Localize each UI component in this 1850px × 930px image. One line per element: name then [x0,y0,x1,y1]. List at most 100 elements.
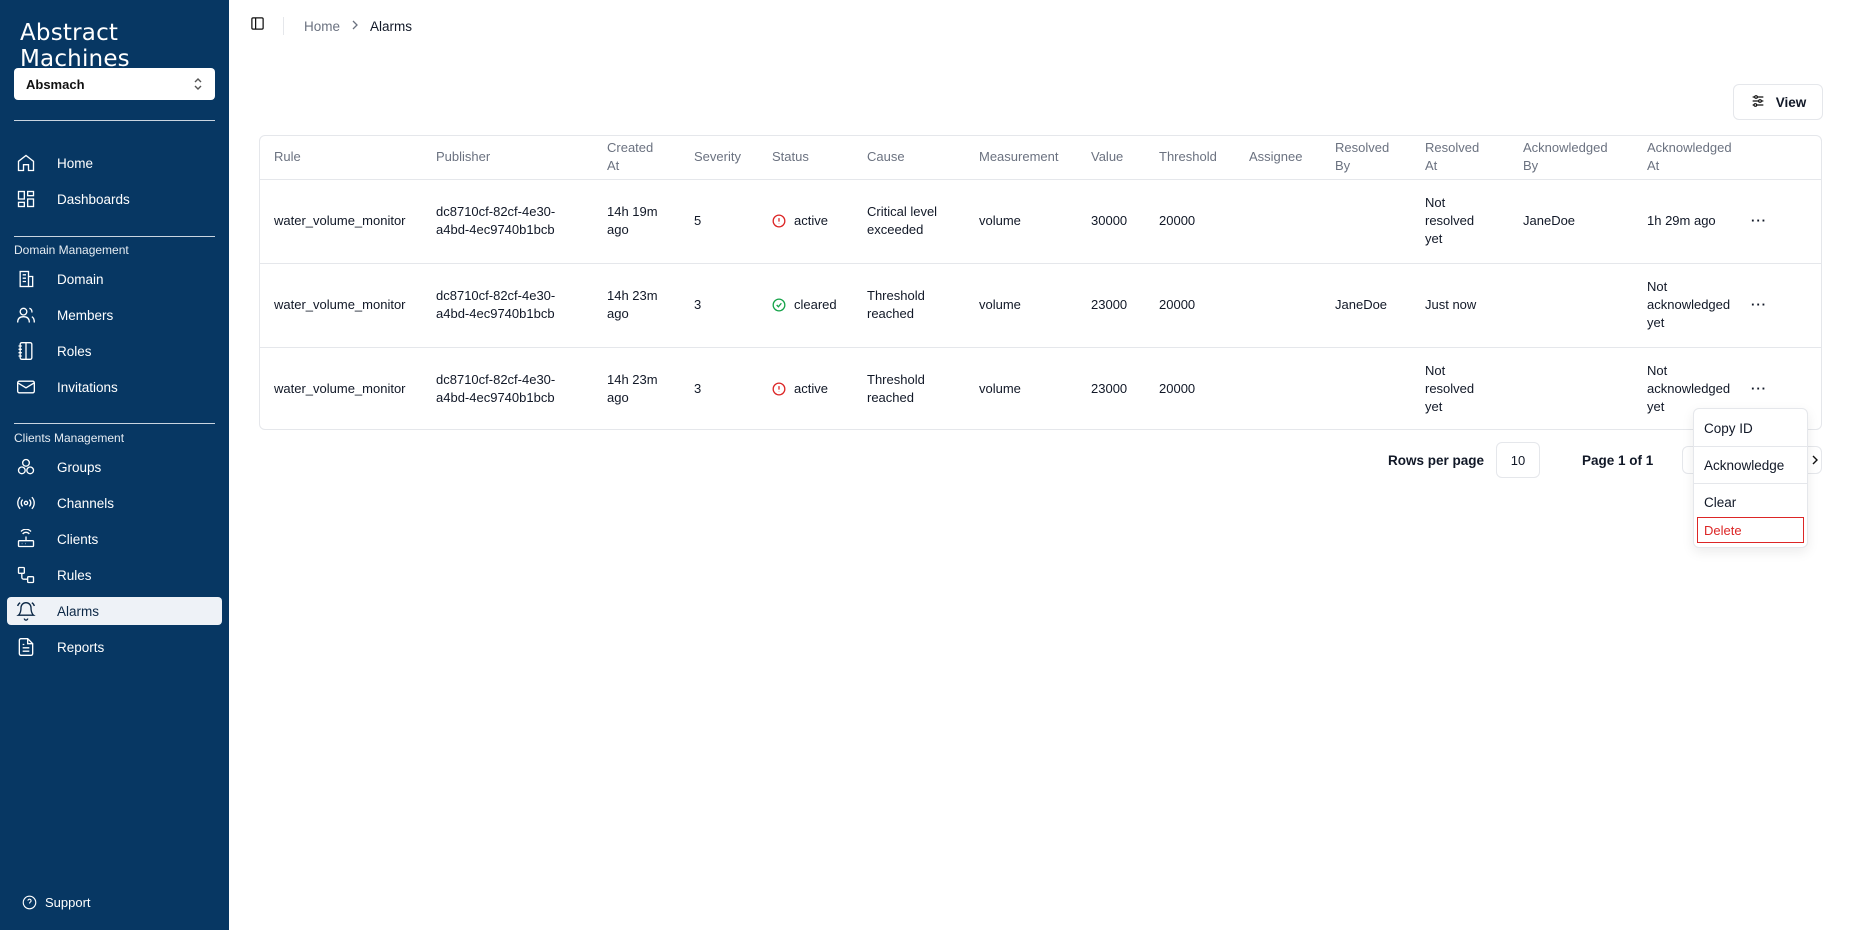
column-header-text: By [1335,158,1351,174]
sidebar-item-reports[interactable]: Reports [7,633,222,661]
cell-value: 30000 [1077,179,1145,264]
rows-per-page-label: Rows per page [1388,452,1485,468]
check-circle-icon [772,298,786,312]
next-page-button[interactable] [1808,446,1822,474]
rows-per-page-select[interactable]: 10 [1496,442,1541,478]
cell-threshold: 20000 [1145,179,1235,264]
actions-column-header [1744,136,1821,180]
row-actions-button[interactable]: ··· [1744,380,1774,398]
cell-text: a4bd-4ec9740b1bcb [436,390,555,406]
sidebar-toggle-button[interactable] [247,16,267,36]
view-options-button[interactable]: View [1733,84,1823,120]
alert-circle-icon [772,382,786,396]
chevron-right-icon [1810,453,1820,468]
sidebar-item-groups[interactable]: Groups [7,453,222,481]
cell-text: yet [1425,399,1443,415]
cell-value: 23000 [1077,263,1145,348]
cell-status: cleared [758,263,853,348]
cell-status: active [758,179,853,264]
cell-text: reached [867,306,914,321]
sidebar-item-invitations[interactable]: Invitations [7,373,222,401]
table-body: water_volume_monitor dc8710cf-82cf-4e30- a… [260,179,1821,429]
cell-assignee [1235,179,1321,264]
column-header-text: Status [772,149,809,165]
cell-threshold: 20000 [1145,263,1235,348]
sidebar-item-clients[interactable]: Clients [7,525,222,553]
menu-item-delete[interactable]: Delete [1697,517,1804,543]
sidebar-item-alarms[interactable]: Alarms [7,597,222,625]
column-header: Rule [260,136,422,180]
row-actions-button[interactable]: ··· [1744,212,1774,230]
menu-item-copy-id[interactable]: Copy ID [1694,413,1807,443]
column-header-text: At [1425,158,1438,174]
cell-text: Not [1425,363,1446,379]
cell-text: ago [607,390,629,406]
alarms-table: Rule Publisher Created At Severity Status Caus… [259,135,1822,430]
cell-measurement: volume [965,263,1077,348]
column-header-text: Publisher [436,149,491,165]
cell-resolved-by: JaneDoe [1321,263,1411,348]
cell-text: yet [1647,399,1665,415]
breadcrumb-home[interactable]: Home [304,19,340,34]
cell-text: acknowledged [1647,381,1731,397]
menu-item-clear[interactable]: Clear [1694,487,1807,517]
support-link[interactable]: Support [22,895,91,910]
table-header-row: Rule Publisher Created At Severity Status Caus… [260,136,1821,180]
sidebar-item-channels[interactable]: Channels [7,489,222,517]
sliders-icon [1750,93,1766,112]
column-header-text: At [607,158,620,174]
cell-text: dc8710cf-82cf-4e30- [436,204,556,219]
column-header: Resolved At [1411,136,1509,180]
column-header-text: Severity [694,149,741,165]
cell-resolved-by [1321,347,1411,429]
home-icon [15,152,37,174]
column-header-text: Acknowledged [1523,140,1608,156]
building-icon [15,268,37,290]
sidebar-item-label: Home [57,155,94,171]
sidebar-divider [14,236,215,237]
column-header-text: By [1523,158,1539,174]
page-indicator: Page 1 of 1 [1582,452,1654,468]
mail-icon [15,376,37,398]
domain-selector[interactable]: Absmach [14,68,215,100]
sidebar-item-members[interactable]: Members [7,301,222,329]
sidebar-item-label: Channels [57,495,115,511]
cell-text: Not [1647,279,1668,294]
cell-text: yet [1647,315,1665,330]
workflow-icon [15,564,37,586]
support-label: Support [45,895,91,910]
sidebar-item-home[interactable]: Home [7,149,222,177]
cell-severity: 3 [680,263,758,348]
cell-created-at: 14h 23m ago [593,347,680,429]
cell-text: 14h 19m [607,204,658,219]
cell-created-at: 14h 19m ago [593,179,680,264]
cell-rule: water_volume_monitor [274,381,406,397]
sidebar-item-domain[interactable]: Domain [7,265,222,293]
cell-cause: Threshold reached [853,263,965,348]
cell-text: Threshold [867,288,925,303]
cell-text: reached [867,390,914,406]
cell-text: Threshold [867,372,925,388]
sidebar-item-dashboards[interactable]: Dashboards [7,185,222,213]
sidebar-item-label: Reports [57,639,105,655]
cell-publisher: dc8710cf-82cf-4e30- a4bd-4ec9740b1bcb [422,347,593,429]
domain-selector-value: Absmach [26,76,85,92]
column-header-text: Resolved [1335,140,1390,156]
cell-severity: 5 [680,179,758,264]
cell-threshold: 20000 [1159,381,1196,397]
status-badge: cleared [772,296,853,314]
cell-text: a4bd-4ec9740b1bcb [436,222,555,237]
sidebar-item-roles[interactable]: Roles [7,337,222,365]
column-header: Measurement [965,136,1077,180]
sidebar-item-label: Clients [57,531,99,547]
column-header: Threshold [1145,136,1235,180]
cell-text: Not [1425,195,1446,210]
sidebar-item-rules[interactable]: Rules [7,561,222,589]
row-actions-button[interactable]: ··· [1744,296,1774,314]
column-header-text: Resolved [1425,140,1480,156]
menu-item-acknowledge[interactable]: Acknowledge [1694,450,1807,480]
column-header: Resolved By [1321,136,1411,180]
cell-text: 14h 23m [607,288,658,303]
groups-icon [15,456,37,478]
column-header-text: Created [607,140,654,156]
